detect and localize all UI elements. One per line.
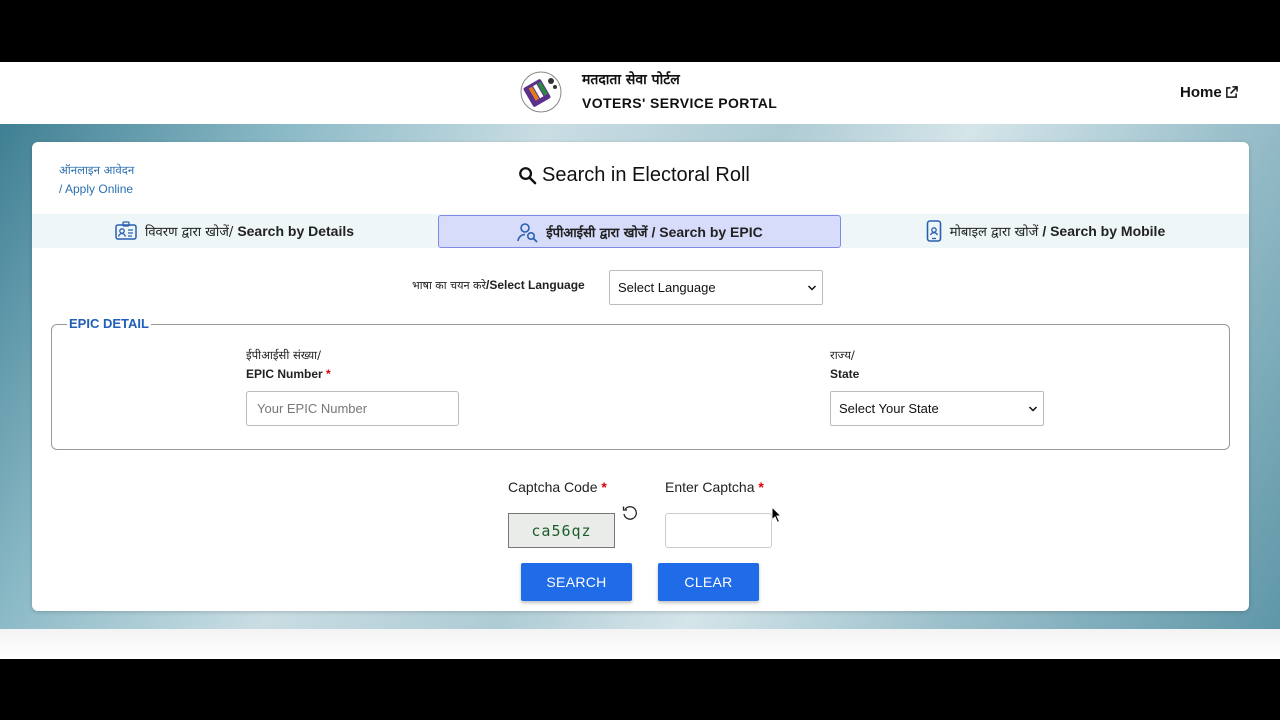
tab-details-label-hindi: विवरण द्वारा खोजें/ <box>144 225 234 240</box>
language-label: भाषा का चयन करे/Select Language <box>412 278 585 293</box>
portal-title-hindi: मतदाता सेवा पोर्टल <box>582 72 680 88</box>
captcha-input[interactable] <box>665 513 772 548</box>
epic-number-placeholder: Your EPIC Number <box>257 401 368 416</box>
eci-logo-icon <box>520 71 562 113</box>
tab-mobile-label-english: / Search by Mobile <box>1042 223 1166 239</box>
tab-search-by-epic[interactable]: ईपीआईसी द्वारा खोजें / Search by EPIC <box>438 215 841 248</box>
footer-strip <box>0 629 1280 659</box>
user-search-icon <box>517 222 538 242</box>
epic-detail-legend: EPIC DETAIL <box>67 316 151 331</box>
required-mark: * <box>601 479 607 495</box>
mouse-cursor-icon <box>771 506 783 524</box>
state-select-value: Select Your State <box>839 401 939 416</box>
clear-button[interactable]: CLEAR <box>658 563 759 601</box>
tab-epic-label-hindi: ईपीआईसी द्वारा खोजें <box>546 225 648 241</box>
apply-online-hindi: ऑनलाइन आवेदन <box>59 163 135 177</box>
state-select[interactable]: Select Your State <box>830 391 1044 426</box>
required-mark: * <box>758 479 764 495</box>
home-link[interactable]: Home <box>1180 84 1238 101</box>
tab-epic-label-english: / Search by EPIC <box>651 223 763 240</box>
chevron-down-icon <box>807 284 817 291</box>
search-tabs: विवरण द्वारा खोजें/ Search by Details ईप… <box>32 214 1249 248</box>
epic-detail-fieldset <box>51 324 1230 450</box>
site-header: मतदाता सेवा पोर्टल VOTERS' SERVICE PORTA… <box>0 62 1280 124</box>
enter-captcha-label: Enter Captcha * <box>665 479 764 495</box>
portal-logo[interactable]: मतदाता सेवा पोर्टल VOTERS' SERVICE PORTA… <box>518 70 777 114</box>
search-button[interactable]: SEARCH <box>521 563 632 601</box>
epic-number-input[interactable]: Your EPIC Number <box>246 391 459 426</box>
enter-captcha-label-text: Enter Captcha <box>665 479 755 495</box>
language-label-english: /Select Language <box>486 278 585 292</box>
page-title: Search in Electoral Roll <box>518 164 750 187</box>
epic-number-label: ईपीआईसी संख्या/ EPIC Number * <box>246 346 331 384</box>
chevron-down-icon <box>1028 405 1038 412</box>
captcha-image: ca56qz <box>508 513 615 548</box>
video-letterbox-bottom <box>0 659 1280 720</box>
apply-online-link[interactable]: ऑनलाइन आवेदन / Apply Online <box>59 161 134 199</box>
apply-online-english: / Apply Online <box>59 182 134 196</box>
home-link-label: Home <box>1180 84 1222 101</box>
state-label-hindi: राज्य/ <box>830 348 855 362</box>
tab-mobile-label-hindi: मोबाइल द्वारा खोजें <box>949 225 1039 240</box>
captcha-code-label: Captcha Code * <box>508 479 607 495</box>
id-card-icon <box>115 221 137 240</box>
mobile-phone-icon <box>926 220 942 242</box>
epic-number-label-hindi: ईपीआईसी संख्या/ <box>246 348 321 362</box>
state-label-english: State <box>830 367 860 381</box>
language-select[interactable]: Select Language <box>609 270 823 305</box>
page-title-text: Search in Electoral Roll <box>542 164 750 186</box>
search-card: ऑनलाइन आवेदन / Apply Online Search in El… <box>32 142 1249 611</box>
video-letterbox-top <box>0 0 1280 62</box>
required-mark: * <box>326 367 331 381</box>
captcha-code-label-text: Captcha Code <box>508 479 598 495</box>
state-label: राज्य/ State <box>830 346 859 384</box>
refresh-icon[interactable] <box>621 504 639 522</box>
tab-details-label-english: Search by Details <box>237 223 355 239</box>
language-label-hindi: भाषा का चयन करे <box>412 279 486 292</box>
tab-search-by-details[interactable]: विवरण द्वारा खोजें/ Search by Details <box>32 215 437 247</box>
external-link-icon <box>1225 86 1238 98</box>
epic-number-label-english: EPIC Number <box>246 367 323 381</box>
portal-title-english: VOTERS' SERVICE PORTAL <box>582 95 778 111</box>
language-select-value: Select Language <box>618 280 716 295</box>
tab-search-by-mobile[interactable]: मोबाइल द्वारा खोजें / Search by Mobile <box>842 215 1249 247</box>
search-icon <box>519 167 537 185</box>
